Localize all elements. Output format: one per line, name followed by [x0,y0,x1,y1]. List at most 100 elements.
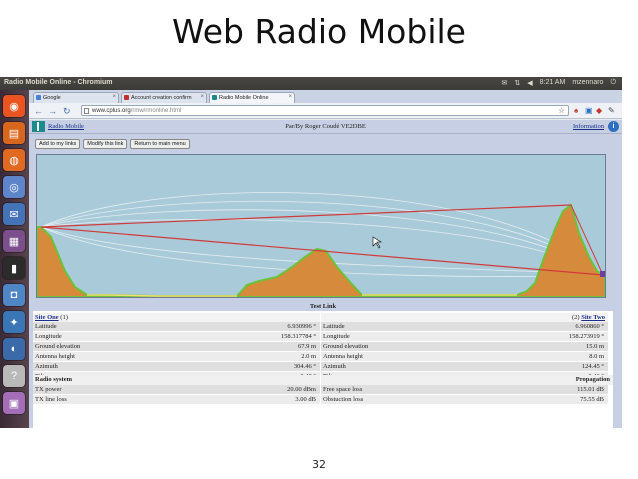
row-value: 67.9 m [297,343,316,350]
bookmark-star-icon[interactable]: ☆ [558,106,565,115]
url-path: /rmw/rmonline.html [130,108,182,114]
row-label: Antenna height [35,353,75,360]
help-icon[interactable]: ? [3,365,25,387]
row-label: Latitude [35,323,57,330]
row-value: 20.00 dBm [287,386,316,393]
url-host: www.cplus.org [92,108,131,114]
tab-radio-mobile-online[interactable]: Radio Mobile Online × [209,92,295,103]
table-row: Azimuth 124.45 ° [321,362,608,372]
remote-desktop-icon[interactable]: ▦ [3,230,25,252]
close-tab-icon[interactable]: × [112,94,116,100]
terrain-profile-svg [37,155,605,297]
tab-account-creation[interactable]: Account creation confirm × [121,92,207,103]
clock[interactable]: 8:21 AM [540,79,566,87]
tab-label: Account creation confirm [131,95,192,101]
site-two-rows: Latitude 6.960860 ° Longitude 158.273919 ° G… [321,322,608,382]
table-row: Ground elevation 67.9 m [33,342,320,352]
chromium-icon[interactable]: ◎ [3,176,25,198]
table-row: TX power 20.00 dBm [33,385,320,395]
link-title: Test Link [33,302,613,311]
volume-icon[interactable]: ◀ [527,79,532,87]
ubuntu-icon[interactable]: ◉ [3,95,25,117]
forward-icon[interactable]: → [48,106,57,116]
screenshot: Radio Mobile Online - Chromium ✉ ⇅ ◀ 8:2… [0,77,622,428]
row-value: 2.0 m [301,353,316,360]
row-label: TX power [35,386,62,393]
user-menu[interactable]: mzennaro [572,79,603,87]
google-favicon-icon [36,95,41,100]
row-value: 158.317784 ° [280,333,316,340]
firefox-icon[interactable]: ◍ [3,149,25,171]
row-value: 6.930996 ° [287,323,316,330]
close-tab-icon[interactable]: × [200,94,204,100]
row-label: Ground elevation [35,343,81,350]
propagation-rows: Free space loss 115.01 dB Obstuction loss 7… [321,385,608,405]
row-label: Obstuction loss [323,396,364,403]
site-two-header: (2) Site Two [321,313,608,322]
slide-title: Web Radio Mobile [172,12,466,51]
row-label: Longitude [35,333,62,340]
row-label: Azimuth [35,363,58,370]
table-row: Antenna height 8.0 m [321,352,608,362]
author-credit: Par/By Roger Coudé VE2DBE [285,123,366,130]
row-label: Longitude [323,333,350,340]
propagation-heading: Propagation [321,375,613,385]
thunderbird-icon[interactable]: ✉ [3,203,25,225]
row-value: 124.45 ° [581,363,604,370]
extension-icon[interactable]: ▣ [585,106,593,115]
browser-window: Google × Account creation confirm × Radi… [29,90,622,428]
action-buttons: Add to my links Modify this link Return … [35,139,190,149]
terminal-icon[interactable]: ▮ [3,257,25,279]
site-two-link[interactable]: Site Two [581,314,605,321]
radio-mobile-logo-icon[interactable] [32,121,45,132]
network-tool-icon[interactable]: ✦ [3,311,25,333]
files-icon[interactable]: ▤ [3,122,25,144]
email-client-icon[interactable]: ◐ [3,338,25,360]
network-icon[interactable]: ⇅ [514,79,520,87]
return-to-main-menu-button[interactable]: Return to main menu [130,139,190,149]
table-row: Free space loss 115.01 dB [321,385,608,395]
table-row: TX line loss 3.00 dB [33,395,320,405]
info-icon[interactable]: i [608,121,619,132]
extension-icon[interactable]: ♠ [574,106,578,115]
back-icon[interactable]: ← [34,106,43,116]
launcher: ◉ ▤ ◍ ◎ ✉ ▦ ▮ ◘ ✦ ◐? ▣ [0,90,29,428]
terrain-profile-plot[interactable] [36,154,606,298]
add-to-my-links-button[interactable]: Add to my links [35,139,81,149]
row-value: 158.273919 ° [568,333,604,340]
information-link[interactable]: Information [573,123,604,130]
row-value: 115.01 dB [577,386,604,393]
row-value: 75.55 dB [580,396,604,403]
tab-google[interactable]: Google × [33,92,119,103]
web-page: Par/By Roger Coudé VE2DBE Radio Mobile I… [29,120,622,428]
extension-icon[interactable]: ◆ [596,106,602,115]
wrench-icon[interactable]: ✎ [608,106,615,115]
row-value: 304.46 ° [293,363,316,370]
tab-strip: Google × Account creation confirm × Radi… [29,90,622,103]
site-one-header: Site One (1) [33,313,320,322]
power-icon[interactable]: ⏻ [610,79,616,87]
site-two-column: (2) Site Two Latitude 6.960860 ° Longitude… [321,313,608,382]
mail-icon[interactable]: ✉ [501,79,507,87]
link-data-panel: Test Link Site One (1) Latitude 6.930996 … [33,302,613,428]
row-label: Azimuth [323,363,346,370]
tab-label: Google [43,95,61,101]
software-center-icon[interactable]: ◘ [3,284,25,306]
site-one-index: (1) [60,314,68,321]
row-label: TX line loss [35,396,67,403]
site-one-column: Site One (1) Latitude 6.930996 ° Longitude… [33,313,320,382]
site-one-link[interactable]: Site One [35,314,59,321]
site-two-index: (2) [572,314,580,321]
archive-icon[interactable]: ▣ [3,392,25,414]
close-tab-icon[interactable]: × [288,94,292,100]
reload-icon[interactable]: ↻ [63,106,71,116]
home-link[interactable]: Radio Mobile [48,123,84,130]
table-row: Ground elevation 15.0 m [321,342,608,352]
window-title: Radio Mobile Online - Chromium [4,79,113,86]
modify-link-button[interactable]: Modify this link [83,139,128,149]
radio-system-rows: TX power 20.00 dBm TX line loss 3.00 dB [33,385,320,405]
page-icon [84,108,89,114]
address-bar[interactable]: www.cplus.org/rmw/rmonline.html ☆ [81,105,569,116]
row-label: Free space loss [323,386,363,393]
page-header: Par/By Roger Coudé VE2DBE Radio Mobile I… [29,120,622,134]
